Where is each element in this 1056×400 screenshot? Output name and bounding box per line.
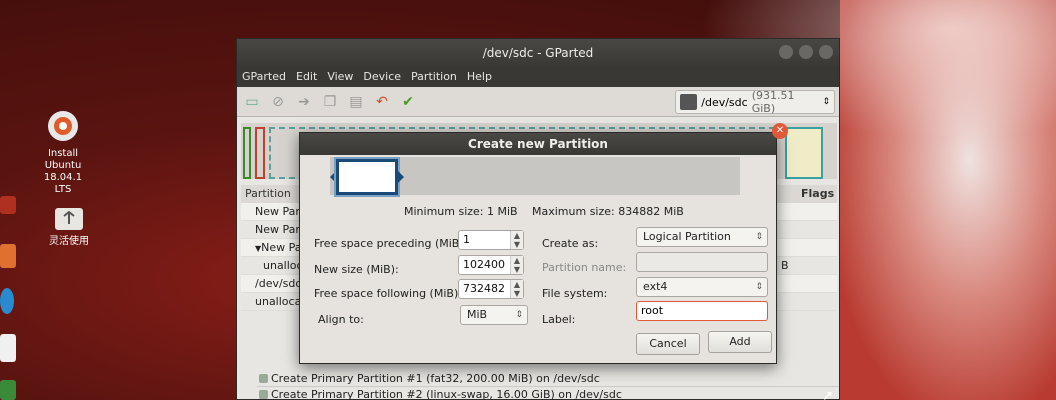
menubar: GParted Edit View Device Partition Help	[237, 67, 839, 87]
column-partition: Partition	[245, 187, 291, 200]
partition-block[interactable]	[243, 127, 251, 179]
menu-help[interactable]: Help	[467, 67, 492, 87]
menu-gparted[interactable]: GParted	[242, 67, 286, 87]
window-title: /dev/sdc - GParted	[482, 46, 594, 60]
dock-item[interactable]	[0, 380, 16, 400]
resize-icon[interactable]: ➔	[295, 93, 313, 111]
column-flags: Flags	[801, 187, 835, 200]
create-as-label: Create as:	[542, 237, 599, 250]
dock-item[interactable]	[0, 244, 16, 268]
installer-icon	[48, 111, 78, 141]
undo-icon[interactable]: ↶	[373, 93, 391, 111]
device-selector[interactable]: /dev/sdc (931.51 GiB) ⇕	[675, 89, 835, 115]
mouse-cursor-icon: ➚	[822, 388, 834, 400]
dock-item[interactable]	[0, 196, 16, 214]
harddisk-icon	[680, 94, 698, 110]
chevron-updown-icon: ⇕	[755, 282, 763, 292]
free-preceding-label: Free space preceding (MiB):	[314, 237, 468, 250]
paste-icon[interactable]: ▤	[347, 93, 365, 111]
align-to-label: Align to:	[318, 313, 364, 326]
install-ubuntu-desktop-icon[interactable]: Install Ubuntu 18.04.1 LTS	[36, 108, 90, 196]
label-field-label: Label:	[542, 313, 576, 326]
dock-item-amazon[interactable]	[0, 334, 16, 362]
free-preceding-stepper[interactable]: 1 ▲ ▼	[458, 230, 524, 250]
chevron-updown-icon: ⇕	[515, 310, 523, 320]
create-as-select[interactable]: Logical Partition ⇕	[636, 227, 768, 247]
maximize-button[interactable]	[799, 45, 813, 59]
stepper-buttons[interactable]: ▲ ▼	[510, 231, 523, 249]
chevron-updown-icon: ⇕	[755, 232, 763, 242]
partition-size-box[interactable]	[334, 157, 400, 197]
max-size-label: Maximum size: 834882 MiB	[532, 205, 684, 218]
close-icon[interactable]: ✕	[772, 123, 788, 139]
file-system-label: File system:	[542, 287, 608, 300]
min-size-label: Minimum size: 1 MiB	[404, 205, 518, 218]
drive-icon	[55, 208, 83, 230]
minimize-button[interactable]	[779, 45, 793, 59]
pending-operations: Create Primary Partition #1 (fat32, 200.…	[257, 371, 839, 399]
apply-icon[interactable]: ✔	[399, 93, 417, 111]
cancel-button[interactable]: Cancel	[636, 333, 700, 355]
dialog-title: Create new Partition	[468, 137, 608, 151]
menu-view[interactable]: View	[327, 67, 353, 87]
label-field[interactable]: root	[636, 301, 768, 321]
partition-block[interactable]	[785, 127, 823, 179]
free-following-stepper[interactable]: 732482 ▲ ▼	[458, 279, 524, 299]
resize-handle-right[interactable]	[398, 171, 404, 183]
desktop-icon-label: Install Ubuntu 18.04.1 LTS	[43, 148, 83, 195]
new-size-stepper[interactable]: 102400 ▲ ▼	[458, 255, 524, 275]
free-following-label: Free space following (MiB):	[314, 287, 462, 300]
delete-icon[interactable]: ⊘	[269, 93, 287, 111]
desktop-icon-label: 灵活使用	[49, 236, 89, 247]
list-item[interactable]: Create Primary Partition #1 (fat32, 200.…	[257, 371, 839, 387]
create-partition-dialog: Create new Partition ✕ Minimum size: 1 M…	[299, 123, 788, 364]
stepper-buttons[interactable]: ▲ ▼	[510, 256, 523, 274]
stepper-buttons[interactable]: ▲ ▼	[510, 280, 523, 298]
menu-partition[interactable]: Partition	[411, 67, 457, 87]
new-partition-icon[interactable]: ▭	[243, 93, 261, 111]
toolbar: ▭ ⊘ ➔ ❐ ▤ ↶ ✔ /dev/sdc (931.51 GiB) ⇕	[237, 87, 839, 117]
menu-device[interactable]: Device	[363, 67, 401, 87]
partition-block[interactable]	[255, 127, 265, 179]
usb-desktop-icon[interactable]: 灵活使用	[42, 206, 96, 248]
device-name: /dev/sdc	[701, 95, 748, 109]
window-titlebar[interactable]: /dev/sdc - GParted	[237, 39, 839, 67]
dialog-titlebar[interactable]: Create new Partition ✕	[300, 123, 788, 155]
chevron-updown-icon: ⇕	[822, 97, 830, 107]
copy-icon[interactable]: ❐	[321, 93, 339, 111]
dock-item[interactable]	[0, 288, 14, 314]
add-button[interactable]: Add	[708, 331, 772, 353]
list-item[interactable]: Create Primary Partition #2 (linux-swap,…	[257, 387, 839, 399]
partition-name-field[interactable]	[636, 252, 768, 272]
menu-edit[interactable]: Edit	[296, 67, 317, 87]
device-size: (931.51 GiB)	[751, 89, 795, 115]
partition-name-label: Partition name:	[542, 261, 627, 274]
align-to-select[interactable]: MiB ⇕	[460, 305, 528, 325]
close-button[interactable]	[819, 45, 833, 59]
new-size-label: New size (MiB):	[314, 263, 399, 276]
file-system-select[interactable]: ext4 ⇕	[636, 277, 768, 297]
partition-resizer[interactable]	[330, 157, 740, 197]
